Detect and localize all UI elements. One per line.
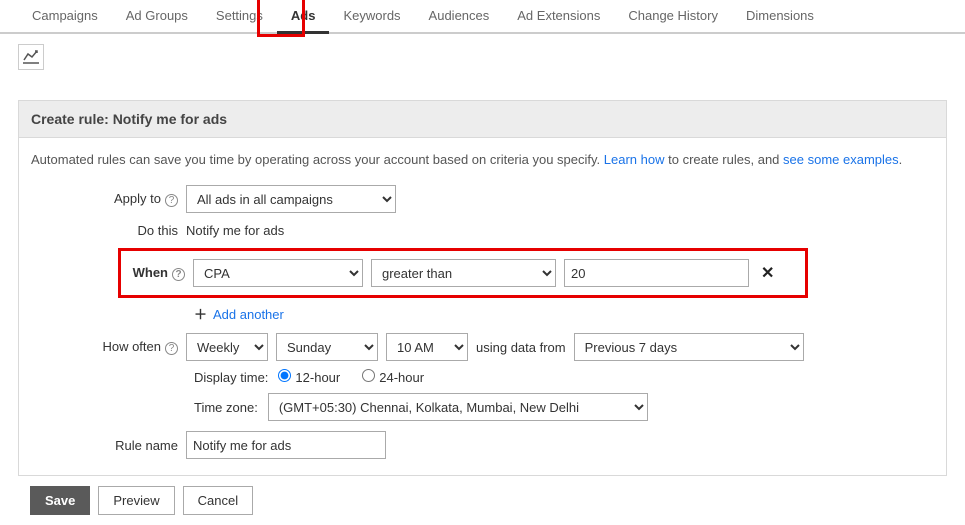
timezone-row: Time zone: (GMT+05:30) Chennai, Kolkata,… bbox=[194, 393, 934, 421]
timezone-select[interactable]: (GMT+05:30) Chennai, Kolkata, Mumbai, Ne… bbox=[268, 393, 648, 421]
display-time-row: Display time: 12-hour 24-hour bbox=[194, 369, 934, 385]
time-select[interactable]: 10 AM bbox=[386, 333, 468, 361]
desc-text: Automated rules can save you time by ope… bbox=[31, 152, 604, 167]
chart-toggle-button[interactable] bbox=[18, 44, 44, 70]
frequency-select[interactable]: Weekly bbox=[186, 333, 268, 361]
when-value-input[interactable] bbox=[564, 259, 749, 287]
chart-icon bbox=[23, 50, 39, 64]
how-often-label: How often? bbox=[31, 339, 186, 354]
twenty-four-hour-radio[interactable]: 24-hour bbox=[362, 369, 424, 385]
desc-text: to create rules, and bbox=[665, 152, 784, 167]
when-condition-box: When? CPA greater than ✕ bbox=[118, 248, 808, 298]
when-metric-select[interactable]: CPA bbox=[193, 259, 363, 287]
tab-dimensions[interactable]: Dimensions bbox=[732, 0, 828, 32]
learn-how-link[interactable]: Learn how bbox=[604, 152, 665, 167]
help-icon[interactable]: ? bbox=[165, 194, 178, 207]
preview-button[interactable]: Preview bbox=[98, 486, 174, 515]
tab-change-history[interactable]: Change History bbox=[614, 0, 732, 32]
apply-to-label: Apply to? bbox=[31, 191, 186, 206]
cancel-button[interactable]: Cancel bbox=[183, 486, 253, 515]
panel-description: Automated rules can save you time by ope… bbox=[19, 138, 946, 175]
tab-settings[interactable]: Settings bbox=[202, 0, 277, 32]
panel-title: Create rule: Notify me for ads bbox=[19, 101, 946, 138]
add-another-condition[interactable]: ＋Add another bbox=[194, 304, 934, 323]
tab-campaigns[interactable]: Campaigns bbox=[18, 0, 112, 32]
when-operator-select[interactable]: greater than bbox=[371, 259, 556, 287]
tab-ad-extensions[interactable]: Ad Extensions bbox=[503, 0, 614, 32]
apply-to-select[interactable]: All ads in all campaigns bbox=[186, 185, 396, 213]
help-icon[interactable]: ? bbox=[165, 342, 178, 355]
rule-name-input[interactable] bbox=[186, 431, 386, 459]
remove-condition-button[interactable]: ✕ bbox=[757, 263, 778, 283]
create-rule-panel: Create rule: Notify me for ads Automated… bbox=[18, 100, 947, 476]
plus-icon: ＋ bbox=[194, 307, 207, 322]
help-icon[interactable]: ? bbox=[172, 268, 185, 281]
do-this-value: Notify me for ads bbox=[186, 223, 284, 238]
twelve-hour-radio[interactable]: 12-hour bbox=[278, 369, 340, 385]
desc-text: . bbox=[899, 152, 903, 167]
tab-audiences[interactable]: Audiences bbox=[415, 0, 504, 32]
tab-ads[interactable]: Ads bbox=[277, 0, 330, 34]
timezone-label: Time zone: bbox=[194, 400, 258, 415]
tab-keywords[interactable]: Keywords bbox=[329, 0, 414, 32]
see-examples-link[interactable]: see some examples bbox=[783, 152, 899, 167]
rule-form: Apply to? All ads in all campaigns Do th… bbox=[19, 185, 946, 475]
do-this-label: Do this bbox=[31, 223, 186, 238]
display-time-label: Display time: bbox=[194, 370, 268, 385]
tab-ad-groups[interactable]: Ad Groups bbox=[112, 0, 202, 32]
save-button[interactable]: Save bbox=[30, 486, 90, 515]
rule-name-label: Rule name bbox=[31, 438, 186, 453]
using-data-from-label: using data from bbox=[476, 340, 566, 355]
when-label: When? bbox=[121, 265, 193, 280]
data-range-select[interactable]: Previous 7 days bbox=[574, 333, 804, 361]
day-select[interactable]: Sunday bbox=[276, 333, 378, 361]
tabs-bar: Campaigns Ad Groups Settings Ads Keyword… bbox=[0, 0, 965, 34]
